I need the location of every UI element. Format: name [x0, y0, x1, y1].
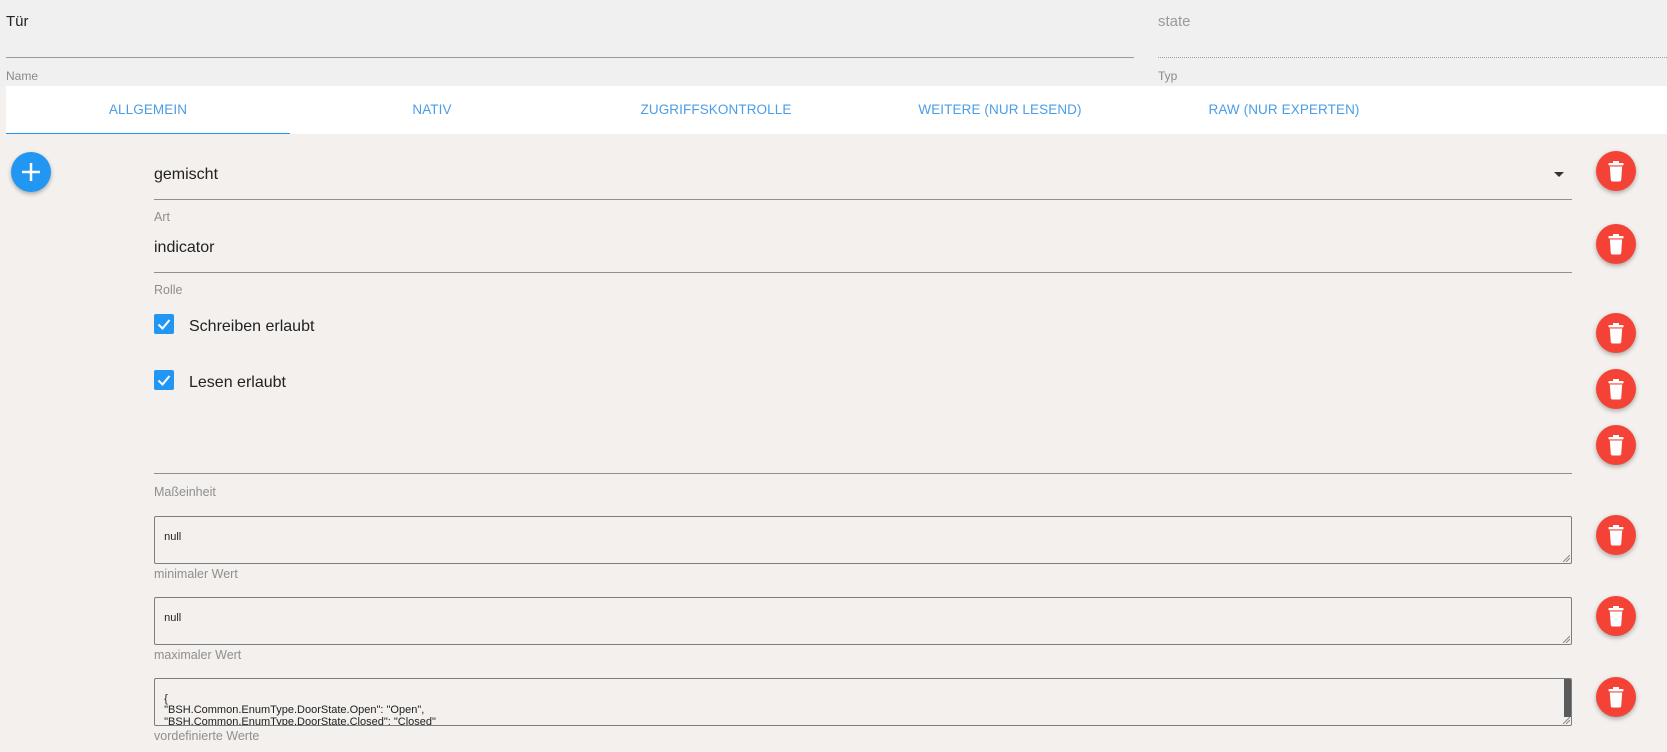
max-value-text: null [164, 611, 182, 624]
check-icon [157, 319, 171, 330]
min-value-label: minimaler Wert [154, 567, 238, 581]
write-checkbox-label[interactable]: Schreiben erlaubt [189, 318, 314, 336]
add-button[interactable] [11, 152, 51, 192]
name-field[interactable]: Tür Name [6, 13, 1134, 83]
trash-icon [1608, 379, 1624, 400]
header-area: Tür Name state Typ [0, 0, 1667, 86]
resize-grip-icon[interactable] [1562, 716, 1570, 724]
rolle-input-value[interactable]: indicator [154, 239, 214, 257]
states-textarea[interactable]: { "BSH.Common.EnumType.DoorState.Open": … [154, 678, 1572, 726]
tab-weitere[interactable]: WEITERE (NUR LESEND) [858, 86, 1142, 134]
resize-grip-icon[interactable] [1562, 635, 1570, 643]
states-label: vordefinierte Werte [154, 729, 260, 743]
delete-write-button[interactable] [1596, 313, 1636, 353]
name-value[interactable]: Tür [6, 13, 1134, 30]
delete-art-button[interactable] [1596, 151, 1636, 191]
tab-raw[interactable]: RAW (NUR EXPERTEN) [1142, 86, 1426, 134]
delete-rolle-button[interactable] [1596, 224, 1636, 264]
type-label: Typ [1158, 69, 1178, 83]
min-value-textarea[interactable]: null [154, 516, 1572, 564]
art-label: Art [154, 210, 170, 224]
unit-label: Maßeinheit [154, 485, 216, 499]
read-checkbox-label[interactable]: Lesen erlaubt [189, 374, 286, 392]
type-underline [1158, 57, 1667, 58]
delete-read-button[interactable] [1596, 369, 1636, 409]
trash-icon [1608, 161, 1624, 182]
read-checkbox[interactable] [154, 370, 174, 390]
tab-zugriffskontrolle[interactable]: ZUGRIFFSKONTROLLE [574, 86, 858, 134]
check-icon [157, 375, 171, 386]
delete-unit-button[interactable] [1596, 425, 1636, 465]
art-select-value[interactable]: gemischt [154, 166, 218, 184]
trash-icon [1608, 435, 1624, 456]
trash-icon [1608, 234, 1624, 255]
name-label: Name [6, 69, 39, 83]
rolle-underline [154, 272, 1572, 273]
unit-underline [154, 473, 1572, 474]
delete-max-button[interactable] [1596, 596, 1636, 636]
resize-grip-icon[interactable] [1562, 554, 1570, 562]
tab-nativ[interactable]: NATIV [290, 86, 574, 134]
min-value-text: null [164, 530, 182, 543]
trash-icon [1608, 606, 1624, 627]
plus-icon [22, 163, 40, 181]
name-underline [6, 57, 1134, 58]
trash-icon [1608, 687, 1624, 708]
tab-bar: ALLGEMEIN NATIV ZUGRIFFSKONTROLLE WEITER… [6, 86, 1667, 134]
art-underline [154, 199, 1572, 200]
trash-icon [1608, 525, 1624, 546]
caret-down-icon[interactable] [1554, 172, 1564, 177]
write-checkbox[interactable] [154, 314, 174, 334]
states-text: { "BSH.Common.EnumType.DoorState.Open": … [164, 692, 436, 726]
delete-states-button[interactable] [1596, 677, 1636, 717]
type-field: state Typ [1158, 13, 1667, 83]
type-value: state [1158, 13, 1191, 30]
scrollbar-thumb[interactable] [1564, 679, 1571, 717]
delete-min-button[interactable] [1596, 515, 1636, 555]
trash-icon [1608, 323, 1624, 344]
tab-allgemein[interactable]: ALLGEMEIN [6, 86, 290, 134]
max-value-label: maximaler Wert [154, 648, 242, 662]
max-value-textarea[interactable]: null [154, 597, 1572, 645]
rolle-label: Rolle [154, 283, 183, 297]
